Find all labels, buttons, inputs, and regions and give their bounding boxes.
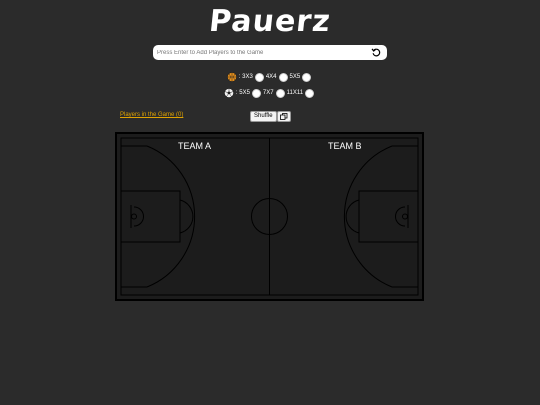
basketball-5x5-radio[interactable] bbox=[302, 72, 312, 82]
copy-icon bbox=[280, 113, 288, 120]
soccer-ball-icon bbox=[224, 88, 234, 98]
shuffle-button[interactable]: Shuffle bbox=[250, 111, 277, 122]
basketball-mode-row: : 3X3 4X4 5X5 bbox=[0, 71, 540, 83]
soccer-mode-row: : 5X5 7X7 11X11 bbox=[0, 87, 540, 99]
basketball-3x3-label: : 3X3 bbox=[238, 74, 253, 80]
team-b-label: TEAM B bbox=[328, 141, 362, 151]
players-in-game-link[interactable]: Players in the Game (0) bbox=[120, 112, 183, 118]
basketball-icon bbox=[226, 72, 237, 82]
basketball-3x3-radio[interactable] bbox=[254, 72, 264, 82]
copy-button[interactable] bbox=[277, 111, 291, 122]
basketball-4x4-radio[interactable] bbox=[278, 72, 288, 82]
basketball-4x4-label: 4X4 bbox=[265, 74, 277, 80]
team-a-label: TEAM A bbox=[178, 141, 212, 151]
reset-icon[interactable] bbox=[371, 47, 381, 57]
basketball-court: TEAM A TEAM B bbox=[115, 132, 424, 301]
player-search-bar bbox=[153, 45, 387, 60]
soccer-7x7-label: 7X7 bbox=[262, 90, 274, 96]
basketball-5x5-label: 5X5 bbox=[289, 74, 301, 80]
soccer-5x5-radio[interactable] bbox=[251, 88, 261, 98]
soccer-11x11-label: 11X11 bbox=[286, 90, 304, 96]
add-player-input[interactable] bbox=[157, 45, 367, 60]
soccer-5x5-label: : 5X5 bbox=[235, 90, 250, 96]
soccer-7x7-radio[interactable] bbox=[275, 88, 285, 98]
court-lines bbox=[120, 137, 419, 296]
soccer-11x11-radio[interactable] bbox=[305, 88, 315, 98]
app-logo: Pauerz bbox=[207, 4, 333, 39]
